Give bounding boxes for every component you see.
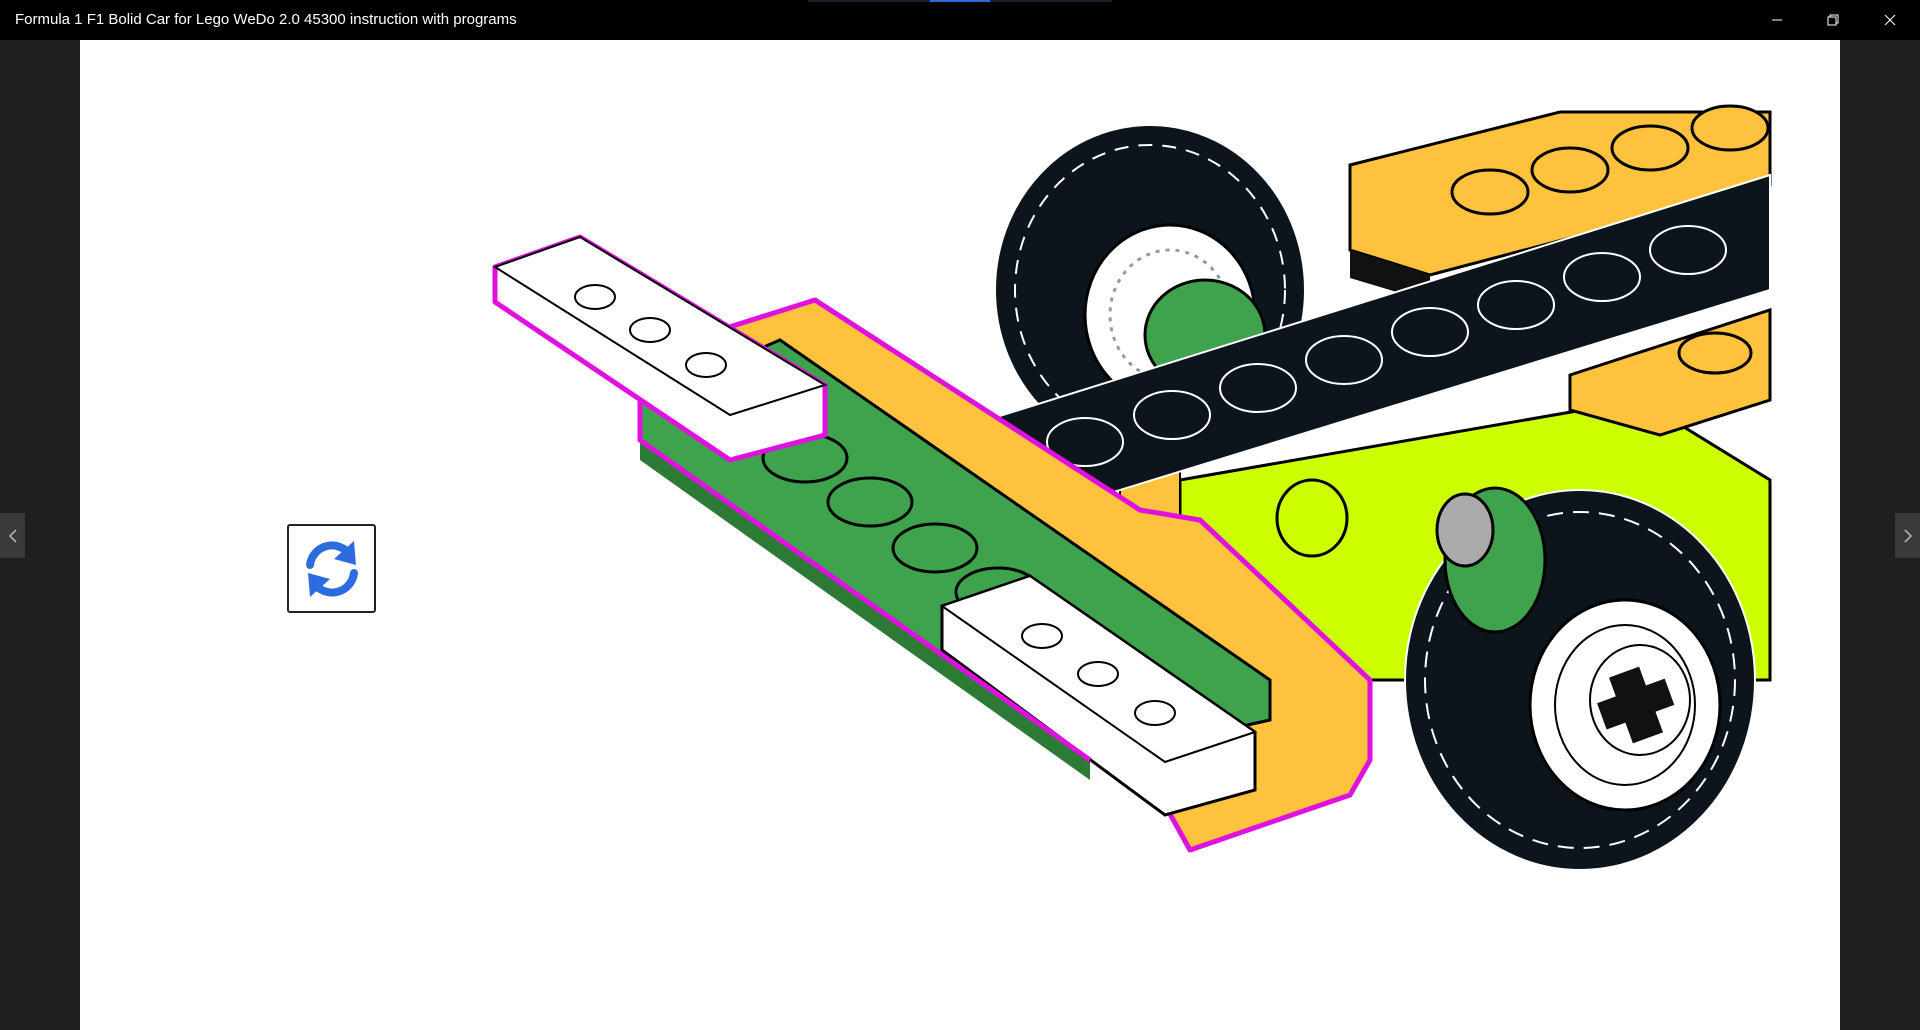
close-icon xyxy=(1884,14,1896,26)
restore-icon xyxy=(1827,14,1839,26)
minimize-button[interactable] xyxy=(1749,0,1805,40)
build-step-illustration xyxy=(492,104,1772,871)
window-title: Formula 1 F1 Bolid Car for Lego WeDo 2.0… xyxy=(15,11,517,28)
close-button[interactable] xyxy=(1862,0,1918,40)
restore-button[interactable] xyxy=(1805,0,1861,40)
instruction-page xyxy=(80,40,1840,1030)
title-bar-accent-highlight xyxy=(930,0,990,2)
previous-page-button[interactable] xyxy=(0,513,25,558)
front-right-wheel xyxy=(1404,486,1756,871)
chevron-left-icon xyxy=(8,528,17,543)
next-page-button[interactable] xyxy=(1895,513,1920,558)
title-bar: Formula 1 F1 Bolid Car for Lego WeDo 2.0… xyxy=(0,0,1920,40)
minimize-icon xyxy=(1772,19,1782,21)
chevron-right-icon xyxy=(1903,528,1912,543)
